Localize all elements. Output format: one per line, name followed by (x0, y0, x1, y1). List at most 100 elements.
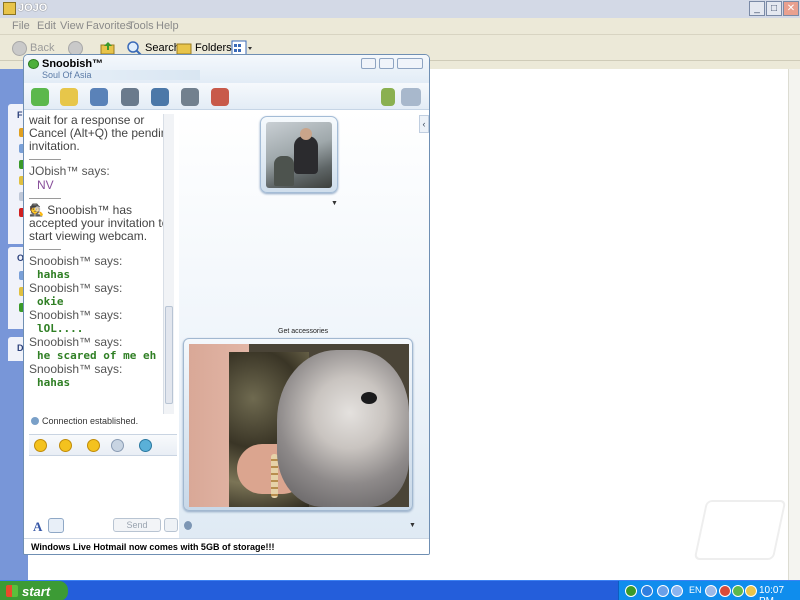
sender-line: Snoobish™ says: (29, 335, 123, 349)
message-text: NV (37, 178, 54, 192)
message-text: hahas (37, 376, 71, 389)
tray-icon[interactable] (671, 585, 683, 597)
options-icon[interactable] (401, 88, 421, 106)
explorer-menu-bar: File Edit View Favorites Tools Help (0, 18, 800, 49)
collapse-pane-button[interactable]: ‹ (419, 115, 429, 133)
contact-name: Snoobish™ (42, 58, 104, 70)
volume-icon[interactable] (745, 585, 757, 597)
sender-line: Snoobish™ says: (29, 362, 123, 376)
menu-favorites[interactable]: Favorites (86, 20, 131, 32)
theme-brush-icon[interactable] (381, 88, 395, 106)
messenger-toolbar (24, 83, 429, 110)
sender-line: Snoobish™ says: (29, 308, 123, 322)
system-message: 🕵 Snoobish™ has accepted your invitation… (29, 204, 177, 243)
messenger-title-bar[interactable]: Snoobish™ Soul Of Asia (24, 55, 429, 83)
webcam-view[interactable] (183, 338, 413, 511)
contact-personal-message: Soul Of Asia (42, 70, 200, 80)
messenger-minimize-button[interactable] (361, 58, 376, 69)
webcam-icon[interactable] (90, 88, 108, 106)
connection-status: Connection established. (31, 416, 138, 426)
webcam-video (189, 344, 409, 507)
display-picture-image (266, 122, 332, 188)
menu-edit[interactable]: Edit (37, 20, 56, 32)
windows-flag-icon (6, 585, 18, 597)
tray-icon[interactable] (641, 585, 653, 597)
minimize-button[interactable]: _ (749, 1, 765, 16)
message-separator (29, 159, 61, 160)
start-button[interactable]: start (0, 581, 68, 600)
sender-line: JObish™ says: (29, 164, 110, 178)
explorer-title-bar[interactable]: JOJO _ □ ✕ (0, 0, 800, 18)
webcam-status-icon[interactable] (184, 521, 192, 530)
advertisement-text[interactable]: Windows Live Hotmail now comes with 5GB … (31, 542, 274, 552)
message-input[interactable] (29, 457, 177, 517)
message-text: lOL.... (37, 322, 84, 335)
activities-icon[interactable] (151, 88, 169, 106)
maximize-button[interactable]: □ (766, 1, 782, 16)
folders-label: Folders (195, 42, 232, 54)
messenger-conversation-window[interactable]: Snoobish™ Soul Of Asia wait for a respon… (23, 54, 430, 555)
messenger-tray-icon[interactable] (732, 585, 744, 597)
font-button[interactable]: A (33, 519, 42, 535)
games-icon[interactable] (181, 88, 199, 106)
sender-line: Snoobish™ says: (29, 281, 123, 295)
call-icon[interactable] (121, 88, 139, 106)
compose-bottom-bar: A Send (29, 518, 178, 535)
conversation-history[interactable]: wait for a response or Cancel (Alt+Q) th… (29, 114, 177, 426)
voice-clip-icon[interactable] (87, 439, 100, 452)
messenger-close-button[interactable] (397, 58, 423, 69)
message-separator (29, 198, 61, 199)
tray-icon[interactable] (625, 585, 637, 597)
scrollbar-thumb[interactable] (165, 306, 173, 404)
windows-watermark-logo (693, 500, 787, 560)
tray-icon[interactable] (657, 585, 669, 597)
get-accessories-link[interactable]: Get accessories (278, 328, 328, 335)
menu-help[interactable]: Help (156, 20, 179, 32)
back-arrow-icon (12, 40, 27, 56)
start-label: start (22, 583, 51, 599)
system-message: wait for a response or Cancel (Alt+Q) th… (29, 114, 175, 153)
menu-file[interactable]: File (12, 20, 30, 32)
tray-icon[interactable] (705, 585, 717, 597)
explorer-scrollbar[interactable] (788, 69, 800, 580)
connection-icon (31, 417, 39, 425)
block-icon[interactable] (211, 88, 229, 106)
nudge-icon[interactable] (111, 439, 124, 452)
search-button[interactable] (164, 518, 178, 532)
webcam-menu-arrow[interactable]: ▼ (409, 522, 416, 529)
background-icon[interactable] (139, 439, 152, 452)
menu-view[interactable]: View (60, 20, 84, 32)
display-picture-menu-arrow[interactable]: ▼ (331, 200, 338, 207)
message-text: he scared of me eh (37, 349, 157, 362)
folder-icon (3, 2, 16, 15)
message-text: okie (37, 295, 64, 308)
message-text: hahas (37, 268, 71, 281)
handwriting-button[interactable] (48, 518, 64, 533)
emoticon-icon[interactable] (34, 439, 47, 452)
close-button[interactable]: ✕ (783, 1, 799, 16)
search-label: Search (145, 42, 180, 54)
back-label: Back (30, 42, 55, 54)
wink-icon[interactable] (59, 439, 72, 452)
explorer-title: JOJO (18, 2, 48, 14)
language-indicator[interactable]: EN (689, 585, 702, 595)
menu-tools[interactable]: Tools (128, 20, 154, 32)
taskbar: start EN 10:07 PM (0, 580, 800, 600)
system-message-text: Snoobish™ has accepted your invitation t… (29, 203, 169, 243)
message-separator (29, 249, 61, 250)
send-button[interactable]: Send (113, 518, 161, 532)
webcam-notice-icon: 🕵 (29, 203, 44, 217)
contact-display-picture[interactable] (260, 116, 338, 193)
messenger-maximize-button[interactable] (379, 58, 394, 69)
connection-status-text: Connection established. (42, 416, 139, 426)
advertisement-bar[interactable]: Windows Live Hotmail now comes with 5GB … (24, 538, 429, 554)
tray-icon[interactable] (719, 585, 731, 597)
contact-status-icon (28, 59, 39, 69)
send-files-icon[interactable] (60, 88, 78, 106)
invite-contact-icon[interactable] (31, 88, 49, 106)
system-tray: EN 10:07 PM (618, 581, 800, 600)
conversation-scrollbar[interactable] (163, 114, 174, 414)
clock[interactable]: 10:07 PM (759, 585, 800, 600)
sender-line: Snoobish™ says: (29, 254, 123, 268)
emoticon-toolbar (29, 434, 177, 456)
